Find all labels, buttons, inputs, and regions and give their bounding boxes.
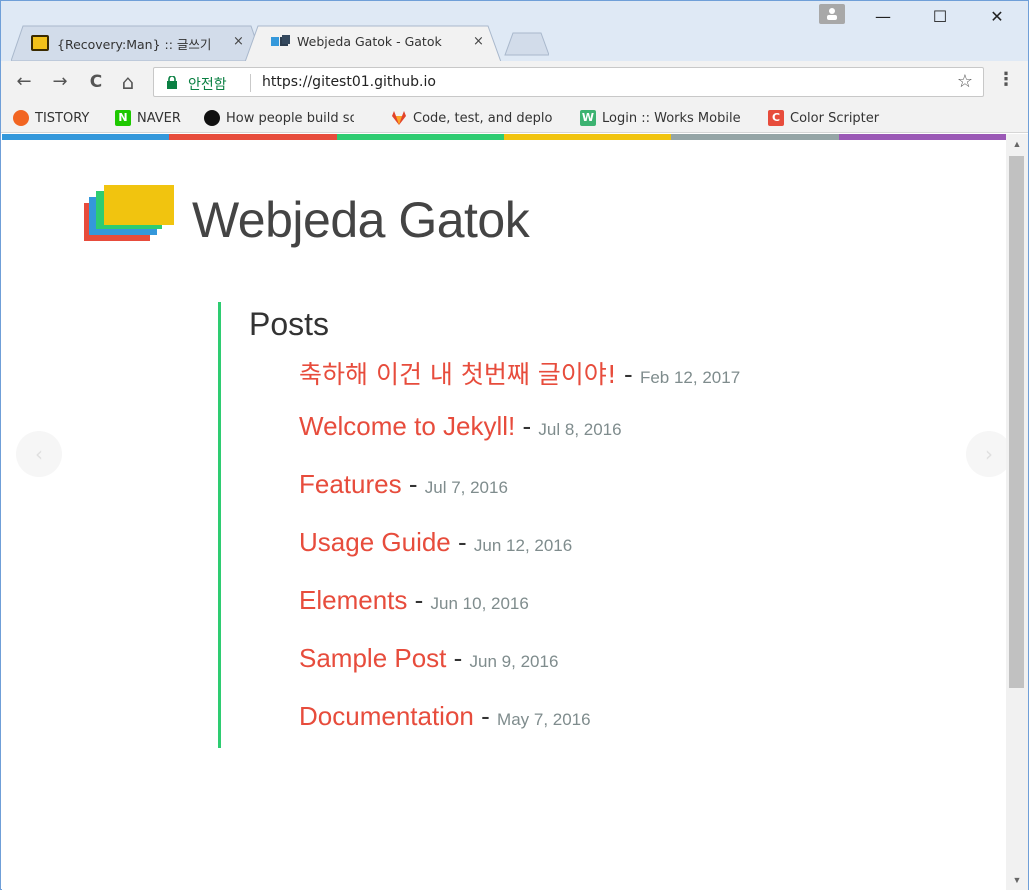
tistory-editor-icon <box>31 35 49 51</box>
post-separator: - <box>458 527 467 557</box>
browser-toolbar: ← → C ⌂ 안전함 https://gitest01.github.io ☆… <box>1 61 1028 103</box>
page-viewport: Webjeda Gatok ‹ › Posts 축하해 이건 내 첫번째 글이야… <box>2 134 1006 890</box>
carousel-next-button[interactable]: › <box>966 431 1006 477</box>
site-title[interactable]: Webjeda Gatok <box>192 191 530 249</box>
works-mobile-icon: W <box>580 110 596 126</box>
tab-close-icon[interactable]: × <box>473 34 484 49</box>
url-text[interactable]: https://gitest01.github.io <box>262 74 436 90</box>
back-button[interactable]: ← <box>11 69 37 95</box>
list-item: Welcome to Jekyll! - Jul 8, 2016 <box>299 408 779 448</box>
browser-window: {Recovery:Man} :: 글쓰기 × Webjeda Gatok - … <box>0 0 1029 890</box>
post-separator: - <box>414 585 424 615</box>
maximize-button[interactable]: ☐ <box>922 7 958 31</box>
post-separator: - <box>453 643 463 673</box>
list-item: Elements - Jun 10, 2016 <box>299 582 779 622</box>
list-item: Documentation - May 7, 2016 <box>299 698 779 738</box>
bookmark-color-scripter[interactable]: C Color Scripter <box>768 108 896 128</box>
bookmark-star-icon[interactable]: ☆ <box>957 71 973 92</box>
address-separator <box>250 74 251 92</box>
post-date: Jul 8, 2016 <box>538 420 622 439</box>
post-link[interactable]: 축하해 이건 내 첫번째 글이야! <box>299 360 617 389</box>
bookmark-label: NAVER <box>137 110 181 126</box>
scroll-up-arrow-icon[interactable]: ▲ <box>1006 136 1028 152</box>
bookmark-label: How people build so <box>226 110 354 126</box>
gatok-site-icon <box>271 35 291 54</box>
reload-button[interactable]: C <box>83 69 109 95</box>
post-link[interactable]: Documentation <box>299 701 474 731</box>
post-separator: - <box>624 359 633 389</box>
close-window-button[interactable]: ✕ <box>979 7 1015 31</box>
forward-button[interactable]: → <box>47 69 73 95</box>
tab-title: {Recovery:Man} :: 글쓰기 <box>57 37 212 52</box>
gitlab-icon <box>391 110 407 126</box>
address-bar[interactable]: 안전함 https://gitest01.github.io ☆ <box>153 67 984 97</box>
home-button[interactable]: ⌂ <box>115 69 141 95</box>
tab-recovery-man[interactable]: {Recovery:Man} :: 글쓰기 × <box>11 25 263 61</box>
scroll-thumb[interactable] <box>1009 156 1024 688</box>
post-link[interactable]: Usage Guide <box>299 527 451 557</box>
bookmark-github[interactable]: How people build so <box>204 108 354 128</box>
tab-close-icon[interactable]: × <box>233 34 244 49</box>
site-logo-icon[interactable] <box>84 183 176 248</box>
posts-heading: Posts <box>249 306 330 342</box>
bookmark-label: TISTORY <box>35 110 90 126</box>
post-separator: - <box>522 411 532 441</box>
scroll-down-arrow-icon[interactable]: ▼ <box>1006 872 1028 888</box>
new-tab-button[interactable] <box>503 25 549 61</box>
post-separator: - <box>408 469 418 499</box>
person-icon <box>827 8 837 20</box>
post-date: Jul 7, 2016 <box>424 478 508 497</box>
post-date: Jun 9, 2016 <box>469 652 559 671</box>
header-color-bar <box>2 134 1006 140</box>
color-scripter-icon: C <box>768 110 784 126</box>
post-date: Jun 12, 2016 <box>473 536 573 555</box>
post-link[interactable]: Welcome to Jekyll! <box>299 411 515 441</box>
page-scrollbar[interactable]: ▲ ▼ <box>1006 134 1028 890</box>
post-list: 축하해 이건 내 첫번째 글이야! - Feb 12, 2017 Welcome… <box>299 356 779 756</box>
post-link[interactable]: Sample Post <box>299 643 446 673</box>
list-item: 축하해 이건 내 첫번째 글이야! - Feb 12, 2017 <box>299 356 779 396</box>
chrome-menu-button[interactable]: ⋮ <box>996 69 1016 95</box>
list-item: Features - Jul 7, 2016 <box>299 466 779 506</box>
bookmark-label: Login :: Works Mobile <box>602 110 741 126</box>
bookmark-label: Code, test, and deplo <box>413 110 553 126</box>
github-icon <box>204 110 220 126</box>
post-date: Feb 12, 2017 <box>639 368 741 387</box>
bookmarks-bar: TISTORY N NAVER How people build so Code… <box>1 103 1028 133</box>
post-separator: - <box>481 701 490 731</box>
bookmark-tistory[interactable]: TISTORY <box>13 108 105 128</box>
bookmark-naver[interactable]: N NAVER <box>115 108 197 128</box>
post-date: May 7, 2016 <box>497 710 591 729</box>
list-item: Usage Guide - Jun 12, 2016 <box>299 524 779 564</box>
bookmark-label: Color Scripter <box>790 110 880 126</box>
naver-icon: N <box>115 110 131 126</box>
security-label: 안전함 <box>188 77 227 93</box>
lock-icon <box>167 75 177 94</box>
tab-strip: {Recovery:Man} :: 글쓰기 × Webjeda Gatok - … <box>1 1 1028 62</box>
tab-title: Webjeda Gatok - Gatok <box>297 34 442 49</box>
bookmark-gitlab[interactable]: Code, test, and deplo <box>391 108 563 128</box>
post-date: Jun 10, 2016 <box>430 594 529 613</box>
tab-webjeda-gatok[interactable]: Webjeda Gatok - Gatok × <box>245 25 501 62</box>
post-link[interactable]: Features <box>299 469 402 499</box>
tistory-icon <box>13 110 29 126</box>
bookmark-works-mobile[interactable]: W Login :: Works Mobile <box>580 108 752 128</box>
carousel-prev-button[interactable]: ‹ <box>16 431 62 477</box>
posts-section: Posts 축하해 이건 내 첫번째 글이야! - Feb 12, 2017 W… <box>218 302 778 748</box>
list-item: Sample Post - Jun 9, 2016 <box>299 640 779 680</box>
minimize-button[interactable]: — <box>865 7 901 31</box>
profile-button[interactable] <box>819 4 845 24</box>
post-link[interactable]: Elements <box>299 585 407 615</box>
